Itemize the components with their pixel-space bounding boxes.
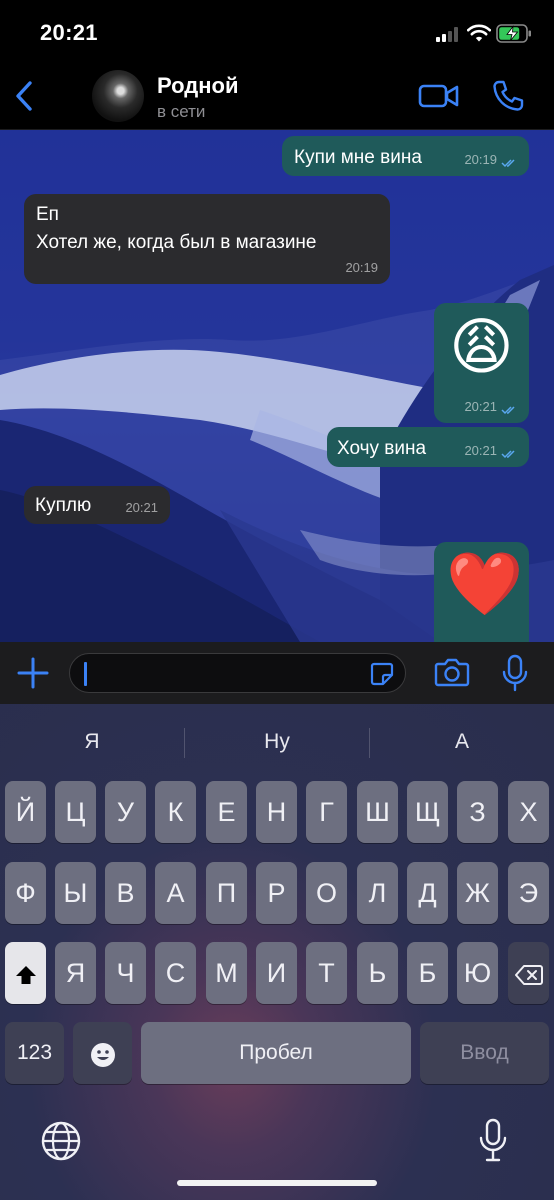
cellular-signal-icon <box>436 26 460 42</box>
dictation-mic-icon[interactable] <box>478 1118 508 1164</box>
message-time: 20:19 <box>464 152 497 168</box>
back-button[interactable] <box>10 78 40 114</box>
chat-area[interactable]: Купи мне вина 20:19 Еп Хотел же, когда б… <box>0 130 554 642</box>
suggestion-3[interactable]: А <box>370 720 554 764</box>
suggestion-2[interactable]: Ну <box>185 720 369 764</box>
key-letter[interactable]: З <box>457 781 498 843</box>
key-letter[interactable]: К <box>155 781 196 843</box>
key-letter[interactable]: Я <box>55 942 96 1004</box>
video-call-button[interactable] <box>418 80 460 112</box>
emoji-icon <box>90 1042 115 1067</box>
phone-call-button[interactable] <box>490 78 526 114</box>
shift-icon <box>15 965 36 984</box>
key-letter[interactable]: Л <box>357 862 398 924</box>
key-letter[interactable]: Ф <box>5 862 46 924</box>
contact-avatar[interactable] <box>92 70 144 122</box>
key-letter[interactable]: Ю <box>457 942 498 1004</box>
message-text: Куплю <box>35 495 92 516</box>
key-letter[interactable]: Ш <box>357 781 398 843</box>
key-letter[interactable]: Т <box>306 942 347 1004</box>
message-text-line: Еп <box>36 204 59 225</box>
key-letter[interactable]: Е <box>206 781 247 843</box>
home-indicator[interactable] <box>177 1180 377 1186</box>
read-receipt-icon <box>501 159 515 168</box>
voice-message-button[interactable] <box>501 654 529 692</box>
key-letter[interactable]: А <box>155 862 196 924</box>
key-letter[interactable]: Б <box>407 942 448 1004</box>
key-letter[interactable]: Ж <box>457 862 498 924</box>
globe-icon[interactable] <box>40 1120 82 1162</box>
key-letter[interactable]: Ц <box>55 781 96 843</box>
read-receipt-icon <box>501 406 515 415</box>
message-bubble-outgoing[interactable]: ❤️ <box>434 542 529 642</box>
delete-key[interactable] <box>508 942 549 1004</box>
sticker-button[interactable] <box>369 661 395 687</box>
text-caret <box>84 662 87 686</box>
key-letter[interactable]: Щ <box>407 781 448 843</box>
status-bar: 20:21 <box>0 0 554 64</box>
key-letter[interactable]: Г <box>306 781 347 843</box>
key-letter[interactable]: Ч <box>105 942 146 1004</box>
return-key[interactable]: Ввод <box>420 1022 549 1084</box>
message-text-line: Хотел же, когда был в магазине <box>36 231 317 253</box>
emoji-key[interactable] <box>73 1022 132 1084</box>
predictive-bar: Я Ну А <box>0 720 554 764</box>
contact-status: в сети <box>157 102 206 121</box>
suggestion-1[interactable]: Я <box>0 720 184 764</box>
message-bubble-outgoing[interactable]: Хочу вина 20:21 <box>327 427 529 467</box>
message-bubble-incoming[interactable]: Еп Хотел же, когда был в магазине 20:19 <box>24 194 390 284</box>
message-bubble-outgoing[interactable]: 😩 20:21 <box>434 303 529 423</box>
backspace-icon <box>514 964 543 985</box>
key-letter[interactable]: Ь <box>357 942 398 1004</box>
message-bubble-incoming[interactable]: Куплю 20:21 <box>24 486 170 524</box>
wifi-icon <box>467 24 491 42</box>
key-letter[interactable]: Ы <box>55 862 96 924</box>
key-letter[interactable]: Э <box>508 862 549 924</box>
red-heart-emoji: ❤️ <box>446 550 524 619</box>
status-time: 20:21 <box>40 20 98 45</box>
message-time: 20:21 <box>464 399 497 415</box>
message-text: Хочу вина <box>337 438 427 459</box>
key-letter[interactable]: Р <box>256 862 297 924</box>
battery-charging-icon <box>496 24 531 43</box>
chat-header: Родной в сети <box>0 64 554 130</box>
key-letter[interactable]: М <box>206 942 247 1004</box>
attach-plus-button[interactable] <box>16 656 50 690</box>
message-text-field[interactable] <box>69 653 406 693</box>
message-bubble-outgoing[interactable]: Купи мне вина 20:19 <box>282 136 529 176</box>
keyboard: Я Ну А Й Ц У К Е Н Г Ш Щ З Х Ф Ы В А П Р… <box>0 704 554 1200</box>
key-letter[interactable]: И <box>256 942 297 1004</box>
key-letter[interactable]: С <box>155 942 196 1004</box>
read-receipt-icon <box>501 450 515 459</box>
key-letter[interactable]: Н <box>256 781 297 843</box>
key-letter[interactable]: Д <box>407 862 448 924</box>
message-time: 20:21 <box>125 500 158 516</box>
space-key[interactable]: Пробел <box>141 1022 411 1084</box>
contact-name[interactable]: Родной <box>157 73 239 99</box>
shift-key[interactable] <box>5 942 46 1004</box>
message-time: 20:21 <box>464 443 497 459</box>
weary-face-emoji: 😩 <box>449 313 514 382</box>
numbers-key[interactable]: 123 <box>5 1022 64 1084</box>
camera-button[interactable] <box>434 656 470 688</box>
key-letter[interactable]: О <box>306 862 347 924</box>
message-time: 20:19 <box>345 260 378 276</box>
message-text: Купи мне вина <box>294 147 422 168</box>
key-letter[interactable]: Й <box>5 781 46 843</box>
key-letter[interactable]: У <box>105 781 146 843</box>
key-letter[interactable]: П <box>206 862 247 924</box>
message-input-bar <box>0 642 554 704</box>
key-letter[interactable]: В <box>105 862 146 924</box>
key-letter[interactable]: Х <box>508 781 549 843</box>
